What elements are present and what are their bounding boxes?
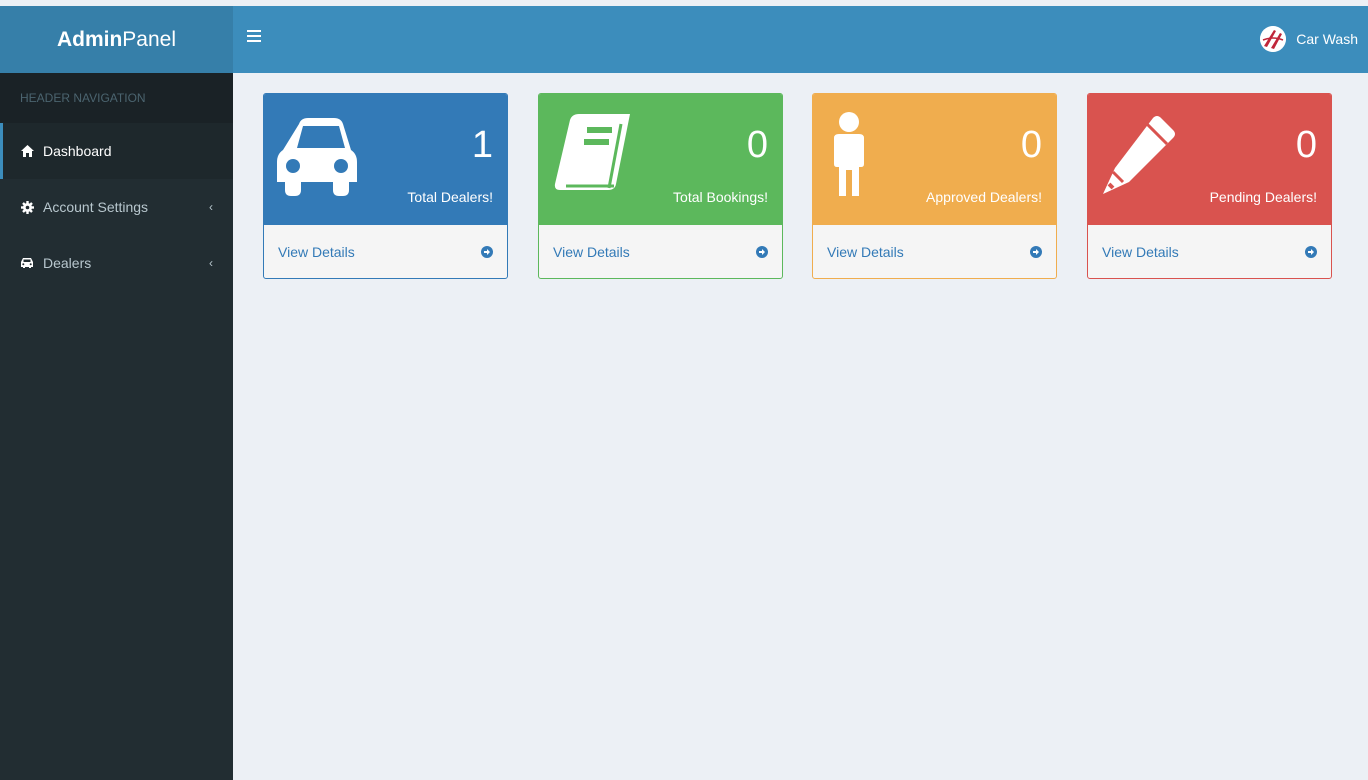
arrow-circle-right-icon <box>1030 246 1042 258</box>
arrow-circle-right-icon <box>481 246 493 258</box>
sidebar-item-dealers[interactable]: Dealers ‹ <box>0 235 233 291</box>
sidebar-header: HEADER NAVIGATION <box>0 73 233 123</box>
sidebar-item-label: Dashboard <box>43 143 112 159</box>
card-count: 0 <box>1020 124 1042 166</box>
view-details-link[interactable]: View Details <box>539 225 782 278</box>
view-details-link[interactable]: View Details <box>264 225 507 278</box>
chevron-left-icon: ‹ <box>209 256 213 270</box>
logo-rest: Panel <box>122 27 177 51</box>
sidebar-item-label: Account Settings <box>43 199 149 215</box>
card-label: Approved Dealers! <box>926 189 1042 205</box>
person-icon <box>826 112 906 197</box>
home-icon <box>20 144 34 158</box>
sidebar-item-account-settings[interactable]: Account Settings ‹ <box>0 179 233 235</box>
top-navbar: Car Wash <box>233 6 1368 73</box>
car-icon <box>277 112 357 197</box>
view-details-link[interactable]: View Details <box>1088 225 1331 278</box>
book-icon <box>552 112 632 197</box>
view-details-link[interactable]: View Details <box>813 225 1056 278</box>
view-details-label: View Details <box>1102 244 1179 260</box>
app-logo[interactable]: Admin Panel <box>0 6 233 73</box>
menu-toggle-icon[interactable] <box>247 30 261 46</box>
stat-card-total-dealers: 1 Total Dealers! View Details <box>263 93 508 279</box>
gear-icon <box>20 200 34 214</box>
sidebar-item-label: Dealers <box>43 255 92 271</box>
user-menu[interactable]: Car Wash <box>1260 26 1358 52</box>
sidebar-item-dashboard[interactable]: Dashboard <box>0 123 233 179</box>
card-count: 0 <box>1295 124 1317 166</box>
sidebar: HEADER NAVIGATION Dashboard Account Sett… <box>0 73 233 780</box>
car-icon <box>20 256 34 270</box>
pencil-icon <box>1101 112 1181 197</box>
view-details-label: View Details <box>553 244 630 260</box>
brand-logo-icon <box>1260 26 1287 52</box>
card-label: Pending Dealers! <box>1209 189 1317 205</box>
view-details-label: View Details <box>827 244 904 260</box>
card-count: 0 <box>746 124 768 166</box>
stat-card-pending-dealers: 0 Pending Dealers! View Details <box>1087 93 1332 279</box>
logo-bold: Admin <box>56 27 123 51</box>
arrow-circle-right-icon <box>756 246 768 258</box>
brand-name: Car Wash <box>1296 31 1358 47</box>
card-label: Total Bookings! <box>673 189 768 205</box>
chevron-left-icon: ‹ <box>209 200 213 214</box>
view-details-label: View Details <box>278 244 355 260</box>
card-label: Total Dealers! <box>407 189 493 205</box>
stat-card-total-bookings: 0 Total Bookings! View Details <box>538 93 783 279</box>
arrow-circle-right-icon <box>1305 246 1317 258</box>
stat-card-approved-dealers: 0 Approved Dealers! View Details <box>812 93 1057 279</box>
card-count: 1 <box>471 124 493 166</box>
